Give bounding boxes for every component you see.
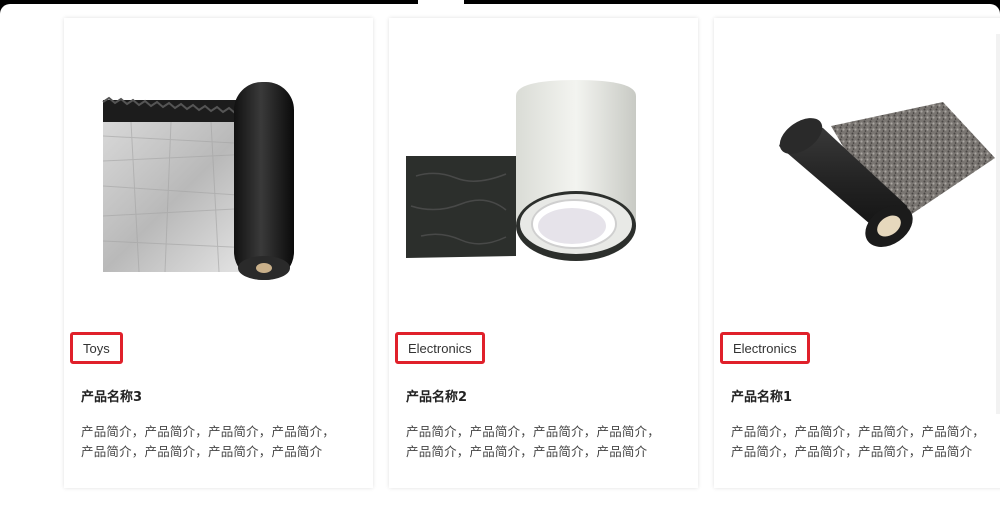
category-tag-label: Toys [83, 340, 110, 356]
product-image[interactable] [731, 36, 1000, 310]
product-description: 产品简介，产品简介，产品简介，产品简介， 产品简介，产品简介，产品简介，产品简介 [731, 422, 1000, 462]
category-tag[interactable]: Electronics [720, 332, 810, 364]
product-name[interactable]: 产品名称1 [731, 386, 792, 405]
product-description: 产品简介，产品简介，产品简介，产品简介， 产品简介，产品简介，产品简介，产品简介 [81, 422, 361, 462]
waterproof-membrane-roll-foil-icon [102, 82, 294, 280]
product-name[interactable]: 产品名称2 [406, 386, 467, 405]
product-card[interactable]: Electronics 产品名称1 产品简介，产品简介，产品简介，产品简介， 产… [714, 18, 1000, 488]
granular-membrane-roll-icon [779, 102, 995, 247]
product-description-line: 产品简介，产品简介，产品简介，产品简介 [731, 444, 973, 459]
product-card[interactable]: Toys 产品名称3 产品简介，产品简介，产品简介，产品简介， 产品简介，产品简… [64, 18, 373, 488]
product-description-line: 产品简介，产品简介，产品简介，产品简介 [81, 444, 323, 459]
product-description-line: 产品简介，产品简介，产品简介，产品简介， [406, 424, 661, 439]
product-image[interactable] [81, 36, 355, 310]
category-tag-label: Electronics [733, 340, 797, 356]
product-description: 产品简介，产品简介，产品简介，产品简介， 产品简介，产品简介，产品简介，产品简介 [406, 422, 686, 462]
category-tag-label: Electronics [408, 340, 472, 356]
product-description-line: 产品简介，产品简介，产品简介，产品简介 [406, 444, 648, 459]
product-name[interactable]: 产品名称3 [81, 386, 142, 405]
scrollbar[interactable] [996, 34, 1000, 414]
category-tag[interactable]: Toys [70, 332, 123, 364]
product-description-line: 产品简介，产品简介，产品简介，产品简介， [81, 424, 336, 439]
category-tag[interactable]: Electronics [395, 332, 485, 364]
top-indicator [418, 0, 464, 4]
product-list: Toys 产品名称3 产品简介，产品简介，产品简介，产品简介， 产品简介，产品简… [64, 18, 1000, 488]
waterproof-tape-roll-icon [406, 80, 636, 261]
product-card[interactable]: Electronics 产品名称2 产品简介，产品简介，产品简介，产品简介， 产… [389, 18, 698, 488]
page-viewport: Toys 产品名称3 产品简介，产品简介，产品简介，产品简介， 产品简介，产品简… [0, 4, 1000, 525]
product-description-line: 产品简介，产品简介，产品简介，产品简介， [731, 424, 986, 439]
product-image[interactable] [406, 36, 680, 310]
